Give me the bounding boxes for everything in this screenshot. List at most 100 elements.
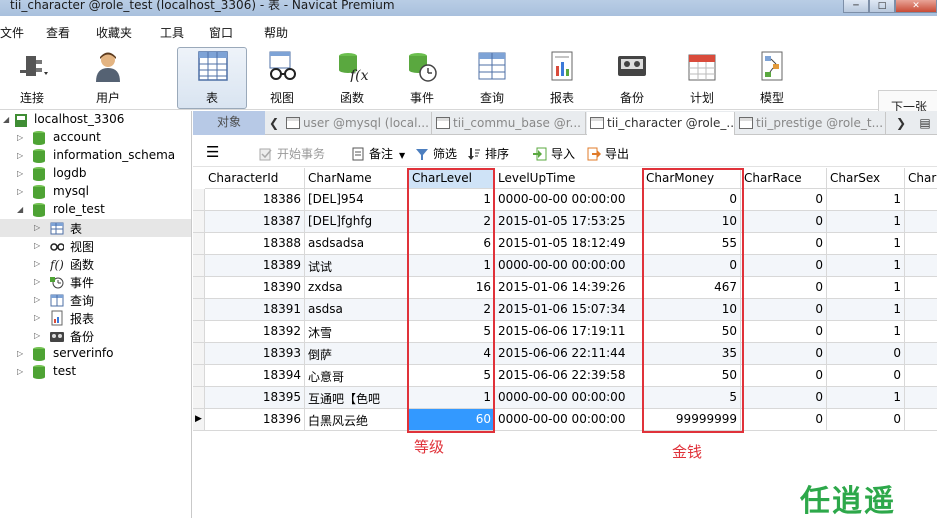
maximize-button[interactable]: □ [869, 0, 895, 13]
cell-levelup-time[interactable]: 0000-00-00 00:00:00 [495, 189, 643, 211]
view-button[interactable]: 视图 [252, 48, 312, 108]
row-selector[interactable] [193, 255, 205, 277]
cell-levelup-time[interactable]: 2015-01-05 17:53:25 [495, 211, 643, 233]
model-button[interactable]: 模型 [742, 48, 802, 108]
cell-char-extra[interactable] [905, 255, 937, 277]
row-selector[interactable] [193, 365, 205, 387]
tree-item-connection[interactable]: ◢ localhost_3306 [0, 111, 191, 129]
cell-char-extra[interactable] [905, 189, 937, 211]
cell-levelup-time[interactable]: 2015-01-05 18:12:49 [495, 233, 643, 255]
cell-char-sex[interactable]: 0 [827, 409, 905, 431]
cell-char-sex[interactable]: 1 [827, 255, 905, 277]
user-button[interactable]: 用户 [78, 48, 138, 108]
tab-scroll-left-icon[interactable]: ❮ [267, 114, 281, 132]
cell-char-name[interactable]: [DEL]954 [305, 189, 409, 211]
tree-item-db-account[interactable]: ▷ account [0, 129, 191, 147]
cell-char-race[interactable]: 0 [741, 211, 827, 233]
cell-char-race[interactable]: 0 [741, 299, 827, 321]
menu-view[interactable]: 查看 [46, 24, 70, 41]
minimize-button[interactable]: ─ [843, 0, 869, 13]
export-button[interactable]: 导出 [587, 145, 629, 162]
cell-char-race[interactable]: 0 [741, 365, 827, 387]
begin-transaction-button[interactable]: 开始事务 [259, 145, 325, 162]
tree-item-db-mysql[interactable]: ▷ mysql [0, 183, 191, 201]
cell-character-id[interactable]: 18390 [205, 277, 305, 299]
cell-char-race[interactable]: 0 [741, 387, 827, 409]
expand-arrow-icon[interactable]: ▷ [17, 367, 23, 376]
row-selector[interactable] [193, 233, 205, 255]
cell-char-extra[interactable] [905, 211, 937, 233]
filter-button[interactable]: 筛选 [415, 145, 457, 162]
table-button[interactable]: 表 [177, 47, 247, 109]
cell-char-name[interactable]: [DEL]fghfg [305, 211, 409, 233]
cell-char-name[interactable]: 白黑风云绝 [305, 409, 409, 431]
menu-help[interactable]: 帮助 [264, 24, 288, 41]
cell-char-name[interactable]: 沐雪 [305, 321, 409, 343]
cell-char-extra[interactable] [905, 409, 937, 431]
cell-character-id[interactable]: 18394 [205, 365, 305, 387]
cell-char-sex[interactable]: 1 [827, 189, 905, 211]
cell-char-extra[interactable] [905, 343, 937, 365]
tab-user-mysql[interactable]: user @mysql (local... [283, 112, 432, 135]
tree-item-backups[interactable]: ▷ 备份 [0, 327, 191, 345]
row-selector[interactable] [193, 299, 205, 321]
cell-char-race[interactable]: 0 [741, 343, 827, 365]
cell-character-id[interactable]: 18389 [205, 255, 305, 277]
cell-char-extra[interactable] [905, 365, 937, 387]
row-selector[interactable] [193, 211, 205, 233]
tab-character[interactable]: tii_character @role_... [587, 112, 735, 135]
cell-char-extra[interactable] [905, 387, 937, 409]
tree-item-db-information-schema[interactable]: ▷ information_schema [0, 147, 191, 165]
menu-file[interactable]: 文件 [0, 24, 24, 41]
cell-char-name[interactable]: 心意哥 [305, 365, 409, 387]
tree-item-reports[interactable]: ▷ 报表 [0, 309, 191, 327]
cell-character-id[interactable]: 18395 [205, 387, 305, 409]
cell-levelup-time[interactable]: 0000-00-00 00:00:00 [495, 409, 643, 431]
collapse-arrow-icon[interactable]: ◢ [3, 115, 9, 124]
row-selector[interactable] [193, 387, 205, 409]
schedule-button[interactable]: 计划 [672, 48, 732, 108]
cell-character-id[interactable]: 18392 [205, 321, 305, 343]
query-button[interactable]: 查询 [462, 48, 522, 108]
connect-button[interactable]: 连接 [2, 48, 62, 108]
cell-character-id[interactable]: 18393 [205, 343, 305, 365]
cell-char-sex[interactable]: 1 [827, 277, 905, 299]
tab-objects[interactable]: 对象 [193, 111, 265, 135]
close-button[interactable]: ✕ [895, 0, 937, 13]
tree-item-db-serverinfo[interactable]: ▷ serverinfo [0, 345, 191, 363]
cell-char-sex[interactable]: 1 [827, 233, 905, 255]
row-selector[interactable] [193, 277, 205, 299]
tree-item-db-role-test[interactable]: ◢ role_test [0, 201, 191, 219]
menu-tools[interactable]: 工具 [160, 24, 184, 41]
expand-arrow-icon[interactable]: ▷ [17, 133, 23, 142]
cell-char-extra[interactable] [905, 233, 937, 255]
dropdown-arrow-icon[interactable]: ▼ [399, 151, 405, 160]
cell-levelup-time[interactable]: 0000-00-00 00:00:00 [495, 255, 643, 277]
cell-char-name[interactable]: 试试 [305, 255, 409, 277]
tab-commu-base[interactable]: tii_commu_base @r... [433, 112, 586, 135]
cell-character-id[interactable]: 18387 [205, 211, 305, 233]
tree-item-events[interactable]: ▷ 事件 [0, 273, 191, 291]
cell-char-sex[interactable]: 1 [827, 387, 905, 409]
cell-char-race[interactable]: 0 [741, 321, 827, 343]
import-button[interactable]: 导入 [533, 145, 575, 162]
row-selector[interactable] [193, 189, 205, 211]
function-button[interactable]: f(x) 函数 [322, 48, 382, 108]
cell-levelup-time[interactable]: 2015-06-06 22:11:44 [495, 343, 643, 365]
row-selector[interactable] [193, 321, 205, 343]
expand-arrow-icon[interactable]: ▷ [34, 331, 40, 340]
cell-levelup-time[interactable]: 2015-06-06 17:19:11 [495, 321, 643, 343]
column-header-levelup-time[interactable]: LevelUpTime [495, 168, 643, 189]
cell-char-name[interactable]: zxdsa [305, 277, 409, 299]
expand-arrow-icon[interactable]: ▷ [34, 295, 40, 304]
tab-scroll-right-icon[interactable]: ❯ [894, 114, 908, 132]
cell-char-race[interactable]: 0 [741, 233, 827, 255]
cell-levelup-time[interactable]: 2015-06-06 22:39:58 [495, 365, 643, 387]
cell-char-extra[interactable] [905, 299, 937, 321]
row-selector[interactable] [193, 343, 205, 365]
cell-character-id[interactable]: 18391 [205, 299, 305, 321]
expand-arrow-icon[interactable]: ▷ [17, 151, 23, 160]
collapse-arrow-icon[interactable]: ◢ [17, 205, 23, 214]
cell-levelup-time[interactable]: 2015-01-06 15:07:34 [495, 299, 643, 321]
cell-levelup-time[interactable]: 0000-00-00 00:00:00 [495, 387, 643, 409]
